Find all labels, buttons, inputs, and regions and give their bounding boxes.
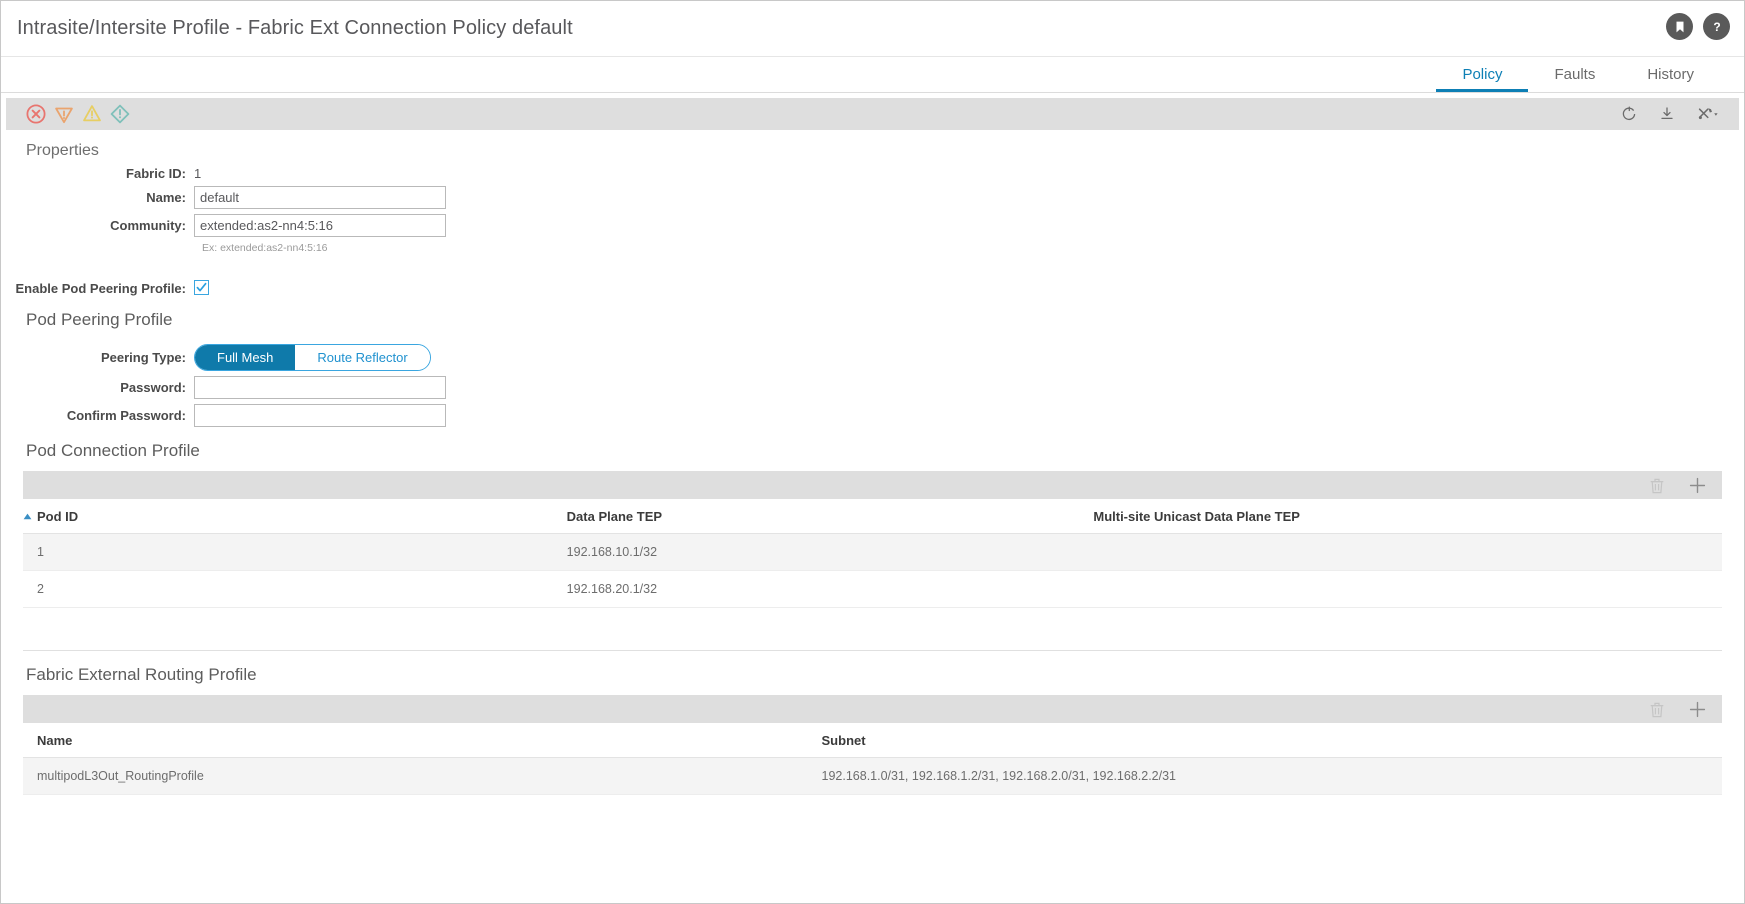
table-row[interactable]: 1 192.168.10.1/32 <box>23 533 1722 571</box>
tab-faults[interactable]: Faults <box>1528 66 1621 92</box>
password-input[interactable] <box>194 376 446 399</box>
pod-connection-table-toolbar <box>23 471 1722 499</box>
pod-peering-profile-heading: Pod Peering Profile <box>26 310 173 329</box>
trash-icon[interactable] <box>1649 477 1665 494</box>
enable-pod-peering-label: Enable Pod Peering Profile: <box>15 281 186 296</box>
bookmark-icon[interactable] <box>1666 13 1693 40</box>
name-input[interactable] <box>194 186 446 209</box>
critical-fault-icon[interactable] <box>26 104 46 124</box>
column-header-subnet[interactable]: Subnet <box>821 723 1722 758</box>
fault-severity-icons <box>26 104 130 124</box>
download-icon[interactable] <box>1659 106 1675 122</box>
properties-heading: Properties <box>26 142 99 159</box>
column-header-name[interactable]: Name <box>23 723 822 758</box>
pod-connection-profile-heading: Pod Connection Profile <box>26 441 200 460</box>
sort-ascending-icon <box>23 513 32 520</box>
fabric-id-row: Fabric ID: 1 <box>6 166 1739 181</box>
cell-pod-id: 1 <box>23 533 567 571</box>
enable-pod-peering-row: Enable Pod Peering Profile: <box>6 280 1739 296</box>
confirm-password-input[interactable] <box>194 404 446 427</box>
password-row: Password: <box>6 376 1739 399</box>
application-window: Intrasite/Intersite Profile - Fabric Ext… <box>0 0 1745 904</box>
header-icon-group: ? <box>1666 13 1730 40</box>
fabric-routing-table-toolbar <box>23 695 1722 723</box>
plus-icon[interactable] <box>1689 701 1706 718</box>
peering-type-option-route-reflector[interactable]: Route Reflector <box>295 345 430 370</box>
peering-type-toggle: Full Mesh Route Reflector <box>194 344 431 371</box>
table-header-row: Pod ID Data Plane TEP Multi-site Unicast… <box>23 499 1722 534</box>
trash-icon[interactable] <box>1649 701 1665 718</box>
minor-fault-icon[interactable] <box>82 104 102 124</box>
cell-multisite-unicast-tep <box>1093 570 1722 608</box>
fabric-external-routing-profile-heading: Fabric External Routing Profile <box>26 665 257 684</box>
major-fault-icon[interactable] <box>54 104 74 124</box>
help-icon[interactable]: ? <box>1703 13 1730 40</box>
cell-name: multipodL3Out_RoutingProfile <box>23 757 822 795</box>
fabric-id-value: 1 <box>194 166 202 181</box>
name-row: Name: <box>6 186 1739 209</box>
fabric-id-label: Fabric ID: <box>126 166 186 181</box>
enable-pod-peering-checkbox[interactable] <box>194 280 209 295</box>
column-header-data-plane-tep[interactable]: Data Plane TEP <box>566 499 1094 534</box>
table-row[interactable]: multipodL3Out_RoutingProfile 192.168.1.0… <box>23 757 1722 795</box>
policy-content: Properties Fabric ID: 1 Name: Community:… <box>1 142 1744 795</box>
community-input[interactable] <box>194 214 446 237</box>
svg-text:?: ? <box>1713 20 1720 34</box>
refresh-icon[interactable] <box>1621 106 1637 122</box>
column-header-multisite-unicast-tep[interactable]: Multi-site Unicast Data Plane TEP <box>1093 499 1722 534</box>
table-row[interactable]: 2 192.168.20.1/32 <box>23 570 1722 608</box>
cell-subnet: 192.168.1.0/31, 192.168.1.2/31, 192.168.… <box>821 757 1722 795</box>
checkmark-icon <box>196 282 207 292</box>
table-header-row: Name Subnet <box>23 723 1722 758</box>
cell-data-plane-tep: 192.168.10.1/32 <box>566 533 1094 571</box>
warning-fault-icon[interactable] <box>110 104 130 124</box>
community-label: Community: <box>110 218 186 233</box>
section-divider <box>23 650 1722 651</box>
pod-connection-profile-table: Pod ID Data Plane TEP Multi-site Unicast… <box>23 499 1722 608</box>
tab-bar: Policy Faults History <box>1 57 1744 93</box>
password-label: Password: <box>120 380 186 395</box>
peering-type-label: Peering Type: <box>100 350 186 365</box>
fabric-external-routing-profile-table: Name Subnet multipodL3Out_RoutingProfile… <box>23 723 1722 795</box>
toolbar-actions <box>1621 98 1721 130</box>
tab-history[interactable]: History <box>1621 66 1720 92</box>
cell-data-plane-tep: 192.168.20.1/32 <box>566 570 1094 608</box>
fault-toolbar <box>6 98 1739 130</box>
community-row: Community: <box>6 214 1739 237</box>
fabric-external-routing-table-block: Name Subnet multipodL3Out_RoutingProfile… <box>23 695 1722 795</box>
cell-multisite-unicast-tep <box>1093 533 1722 571</box>
community-hint: Ex: extended:as2-nn4:5:16 <box>202 242 328 254</box>
plus-icon[interactable] <box>1689 477 1706 494</box>
column-header-pod-id[interactable]: Pod ID <box>23 499 567 534</box>
peering-type-option-full-mesh[interactable]: Full Mesh <box>195 345 296 370</box>
peering-type-row: Peering Type: Full Mesh Route Reflector <box>6 344 1739 371</box>
name-label: Name: <box>146 190 186 205</box>
pod-connection-profile-table-block: Pod ID Data Plane TEP Multi-site Unicast… <box>23 471 1722 608</box>
column-header-pod-id-label: Pod ID <box>37 509 79 524</box>
confirm-password-label: Confirm Password: <box>66 408 186 423</box>
tools-menu-icon[interactable] <box>1697 106 1721 122</box>
page-header: Intrasite/Intersite Profile - Fabric Ext… <box>1 1 1744 57</box>
cell-pod-id: 2 <box>23 570 567 608</box>
confirm-password-row: Confirm Password: <box>6 404 1739 427</box>
page-title: Intrasite/Intersite Profile - Fabric Ext… <box>17 17 573 39</box>
tab-policy[interactable]: Policy <box>1436 66 1529 92</box>
